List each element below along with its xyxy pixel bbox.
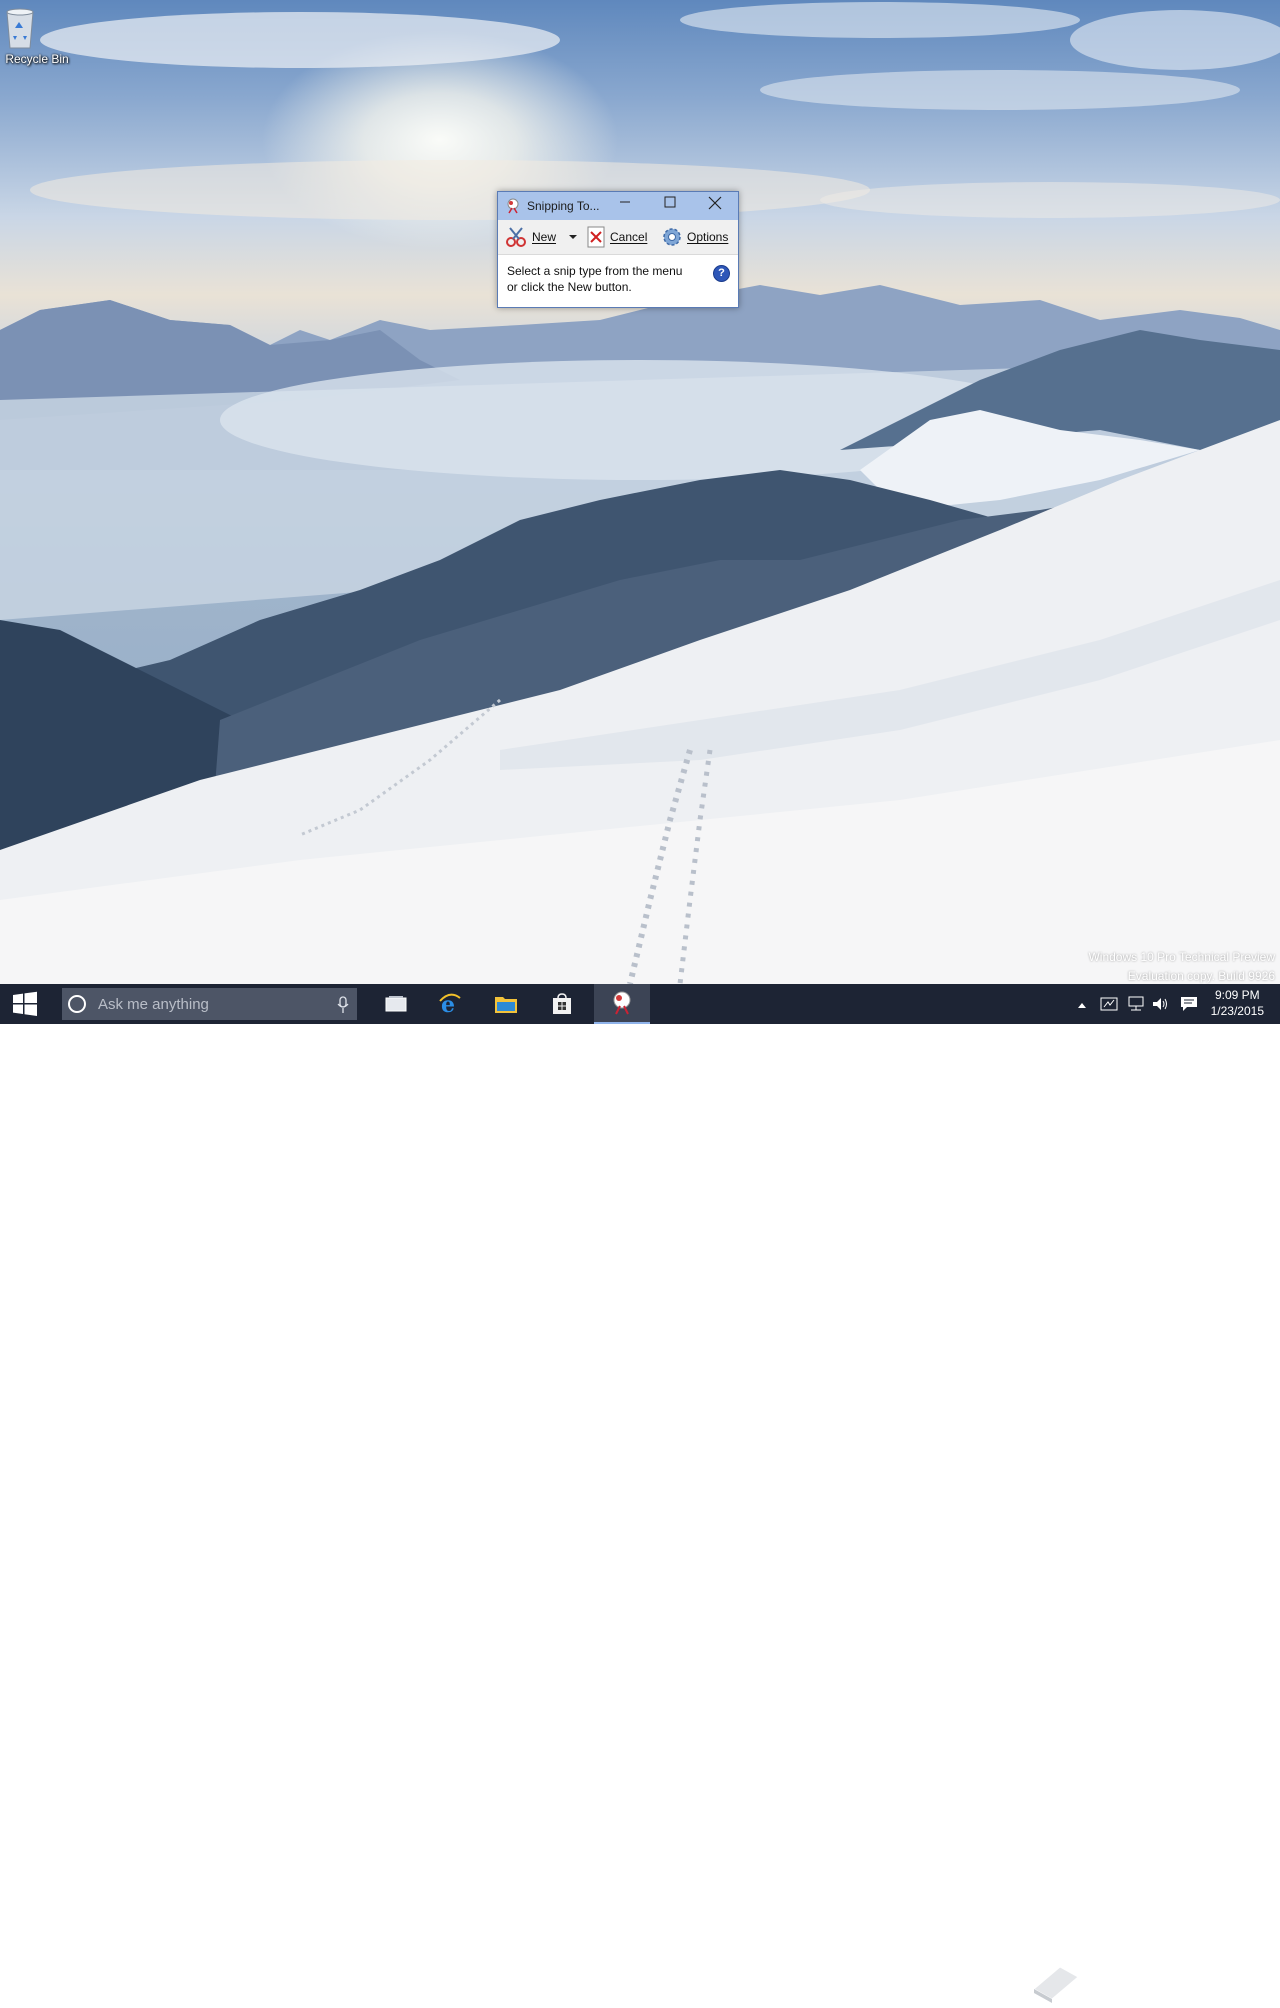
help-icon[interactable]: ? [713, 265, 730, 282]
chevron-up-icon [1078, 1003, 1086, 1008]
snipping-tool-icon [505, 198, 521, 214]
watermark-line1: Windows 10 Pro Technical Preview [1088, 950, 1275, 964]
window-title: Snipping To... [527, 199, 600, 213]
clock-date: 1/23/2015 [1210, 1004, 1264, 1018]
close-icon [708, 196, 722, 210]
recycle-bin-icon [6, 6, 53, 50]
recycle-bin-label: Recycle Bin [5, 52, 69, 66]
file-explorer-button[interactable] [478, 984, 534, 1024]
new-label: New [532, 230, 557, 244]
new-button[interactable]: New [504, 225, 556, 249]
message-area: Select a snip type from the menu or clic… [498, 255, 738, 305]
snipping-tool-window: Snipping To... New Cancel Options Select… [497, 191, 739, 308]
book-logo-icon [1033, 1966, 1079, 2003]
instruction-text: Select a snip type from the menu or clic… [507, 263, 697, 295]
taskbar: e The Collection Book [0, 984, 1280, 2003]
scissors-icon [506, 227, 526, 247]
show-hidden-icons-button[interactable] [1077, 998, 1087, 1016]
instruction-line1: Select a snip type from the menu [507, 264, 683, 278]
volume-icon[interactable] [1152, 996, 1170, 1017]
search-box[interactable] [62, 988, 357, 1020]
snipping-tool-icon [613, 991, 631, 1015]
maximize-icon [664, 196, 676, 208]
close-button[interactable] [692, 192, 738, 220]
minimize-icon [620, 201, 630, 203]
snipping-tool-taskbar-button[interactable] [594, 984, 650, 1024]
collection-book-text: The Collection Book [1092, 1969, 1254, 1989]
toolbar: New Cancel Options [498, 220, 738, 255]
cancel-button[interactable]: Cancel [586, 225, 647, 249]
collection-book-watermark: The Collection Book [1030, 1959, 1253, 2008]
windows-logo-icon [13, 991, 37, 1016]
desktop: Recycle Bin Windows 10 Pro Technical Pre… [0, 0, 1280, 984]
options-label: Options [687, 230, 729, 244]
store-icon [553, 993, 571, 1014]
watermark-line2: Evaluation copy. Build 9926 [1127, 969, 1275, 983]
internet-explorer-icon: e [439, 992, 461, 1016]
clock[interactable]: 9:09 PM 1/23/2015 [1211, 987, 1264, 1019]
instruction-line2: or click the New button. [507, 280, 632, 294]
minimize-button[interactable] [602, 192, 648, 220]
maximize-button[interactable] [647, 192, 693, 220]
title-bar[interactable]: Snipping To... [498, 192, 738, 220]
internet-explorer-button[interactable]: e [422, 984, 478, 1024]
cancel-label: Cancel [610, 230, 648, 244]
build-watermark: Windows 10 Pro Technical Preview Evaluat… [1088, 948, 1275, 984]
recycle-bin[interactable]: Recycle Bin [4, 6, 70, 66]
cancel-icon [587, 226, 605, 248]
gear-icon [663, 228, 681, 246]
store-button[interactable] [534, 984, 590, 1024]
clock-time: 9:09 PM [1214, 988, 1260, 1002]
wallpaper-landscape [0, 2, 1280, 984]
action-center-icon[interactable] [1180, 996, 1198, 1017]
network-icon[interactable] [1127, 996, 1145, 1017]
action-flag-icon[interactable] [1100, 996, 1118, 1017]
chevron-down-icon [569, 235, 577, 239]
start-button[interactable] [0, 984, 50, 1024]
cortana-icon [68, 995, 86, 1013]
microphone-icon[interactable] [337, 996, 349, 1019]
options-button[interactable]: Options [661, 225, 728, 249]
task-view-icon [385, 996, 407, 1012]
search-input[interactable] [96, 994, 320, 1014]
task-view-button[interactable] [368, 984, 424, 1024]
new-dropdown-button[interactable] [568, 225, 582, 249]
file-explorer-icon [495, 997, 517, 1013]
